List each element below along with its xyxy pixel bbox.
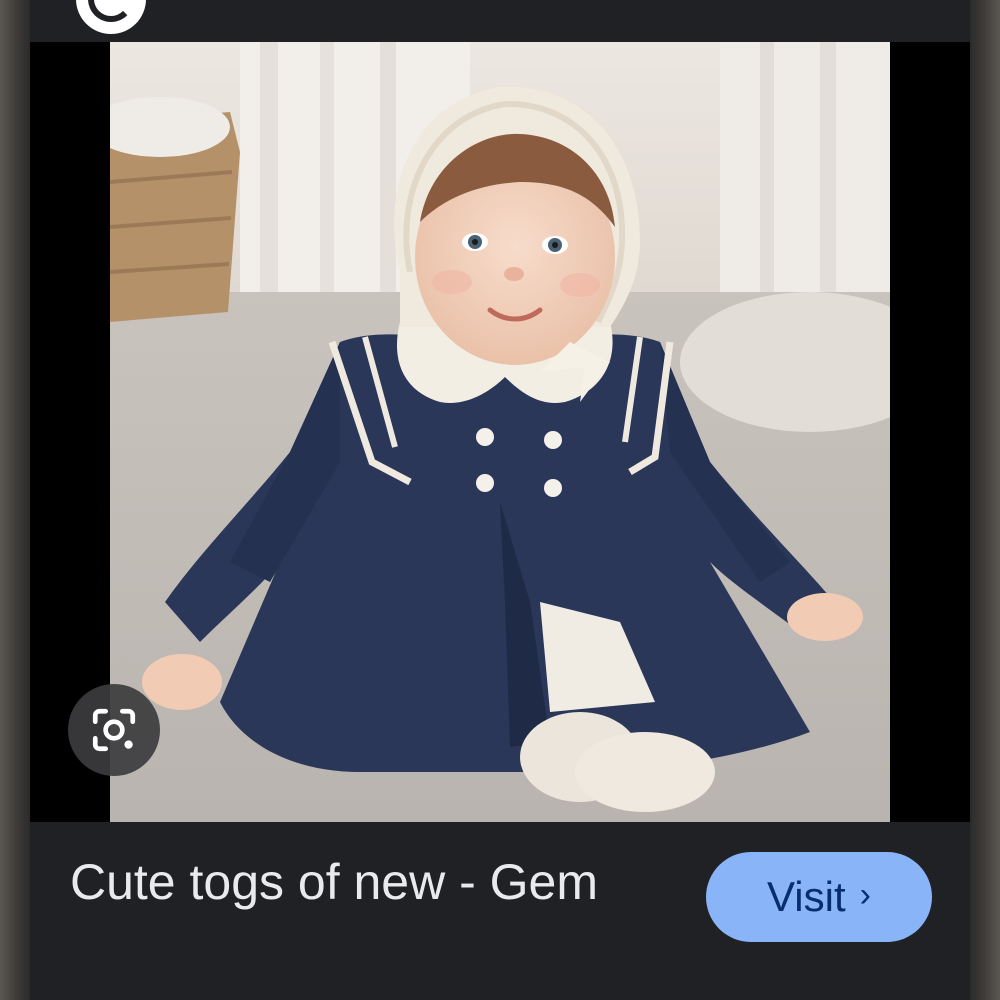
right-edge (970, 0, 1000, 1000)
google-lens-button[interactable] (68, 684, 160, 776)
left-edge (0, 0, 30, 1000)
image-viewer[interactable] (30, 42, 970, 822)
visit-button-label: Visit (767, 873, 846, 920)
google-lens-icon (92, 708, 136, 752)
result-image[interactable] (110, 42, 890, 822)
source-logo-icon[interactable] (76, 0, 146, 34)
image-result-card: Cute togs of new - Gem Visit › (30, 0, 970, 1000)
screen: Cute togs of new - Gem Visit › (0, 0, 1000, 1000)
visit-button[interactable]: Visit › (706, 852, 932, 942)
result-title[interactable]: Cute togs of new - Gem (70, 850, 630, 914)
baby-photo (110, 42, 890, 822)
top-bar (30, 0, 970, 42)
chevron-right-icon: › (859, 875, 871, 914)
